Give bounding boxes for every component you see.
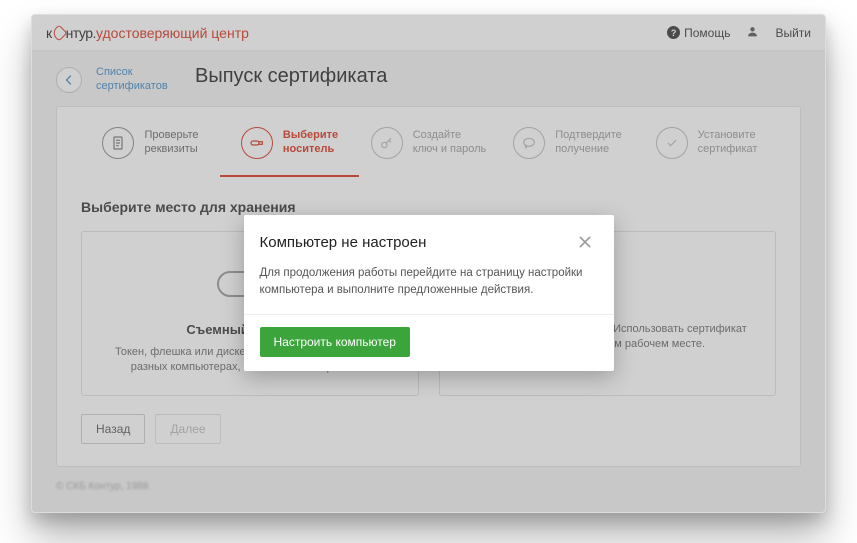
modal-title: Компьютер не настроен [260,234,427,251]
app-window: к нтур. удостоверяющий центр ? Помощь Вы… [31,14,826,513]
close-icon [577,234,593,250]
modal-body: Для продолжения работы перейдите на стра… [244,265,614,314]
modal-close-button[interactable] [572,229,598,255]
modal-overlay: Компьютер не настроен Для продолжения ра… [32,15,825,512]
configure-computer-button[interactable]: Настроить компьютер [260,327,410,357]
modal-dialog: Компьютер не настроен Для продолжения ра… [244,215,614,371]
